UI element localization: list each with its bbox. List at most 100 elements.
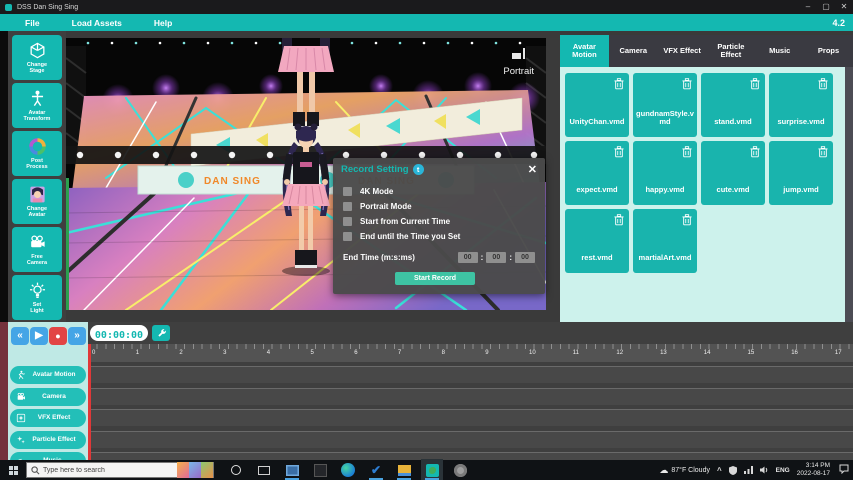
time-display: 00:00:00: [90, 325, 148, 341]
trash-icon[interactable]: [818, 77, 828, 90]
yellow-app-icon[interactable]: [396, 462, 412, 480]
timeline-settings-button[interactable]: [152, 325, 170, 341]
tray-date: 2022-08-17: [796, 470, 830, 477]
dark-app-icon[interactable]: [312, 462, 328, 478]
trash-icon[interactable]: [818, 145, 828, 158]
trash-icon[interactable]: [614, 77, 624, 90]
close-button[interactable]: ✕: [835, 0, 853, 14]
playhead[interactable]: [88, 344, 91, 460]
photos-app-icon[interactable]: [284, 462, 300, 480]
start-button[interactable]: [0, 460, 26, 480]
trash-icon[interactable]: [750, 145, 760, 158]
track-particle-effect[interactable]: Particle Effect: [10, 430, 86, 449]
search-decor-image: [177, 462, 213, 478]
taskbar-app-icons: ✔: [228, 459, 468, 480]
check-app-icon[interactable]: ✔: [368, 462, 384, 480]
free-camera-button[interactable]: Free Camera: [12, 227, 62, 272]
change-avatar-button[interactable]: Change Avatar: [12, 179, 62, 224]
tab-music[interactable]: Music: [755, 35, 804, 67]
tab-camera[interactable]: Camera: [609, 35, 658, 67]
menu-item-help[interactable]: Help: [154, 18, 172, 28]
panel-scrollbar[interactable]: [845, 67, 853, 322]
track-camera[interactable]: Camera: [10, 387, 86, 406]
checkbox-start-from-current-time[interactable]: [343, 216, 352, 226]
hidden-icons-chevron[interactable]: ^: [717, 466, 722, 475]
dialog-close-icon[interactable]: ✕: [528, 163, 537, 176]
timeline-row-avatar-motion: [88, 366, 853, 383]
timeline-row-camera: [88, 387, 853, 405]
checkbox-end-until-the-time-you-set[interactable]: [343, 231, 352, 241]
end-time-input-1[interactable]: [486, 252, 507, 263]
checkbox-4k-mode[interactable]: [343, 186, 352, 196]
edge-browser-icon[interactable]: [340, 462, 356, 478]
portrait-icon: [511, 48, 526, 59]
play-button[interactable]: ▶: [30, 327, 48, 345]
notification-center-icon[interactable]: [839, 461, 849, 479]
tab-particle-effect[interactable]: Particle Effect: [706, 35, 755, 67]
menu-item-file[interactable]: File: [25, 18, 40, 28]
end-time-input-0[interactable]: [457, 252, 478, 263]
trash-icon[interactable]: [682, 77, 692, 90]
maximize-button[interactable]: ▢: [817, 0, 835, 14]
tab-avatar-motion[interactable]: Avatar Motion: [560, 35, 609, 67]
shield-icon[interactable]: [728, 465, 737, 475]
checkbox-portrait-mode[interactable]: [343, 201, 352, 211]
timeline-rows: [88, 362, 853, 469]
clock-widget[interactable]: 3:14 PM 2022-08-17: [797, 462, 830, 478]
motion-card-rest-vmd[interactable]: rest.vmd: [565, 209, 629, 273]
motion-card-expect-vmd[interactable]: expect.vmd: [565, 141, 629, 205]
post-process-button[interactable]: Post Process: [12, 131, 62, 176]
desktop-edge-strip: [0, 322, 8, 460]
system-tray: ☁ 87°F Cloudy ^ ENG 3:14 PM 2022-08-17: [659, 461, 853, 479]
motion-card-grid: UnityChan.vmd gundnamStyle.vmd stand.vmd su…: [560, 67, 853, 322]
motion-card-jump-vmd[interactable]: jump.vmd: [769, 141, 833, 205]
task-view-icon[interactable]: [256, 462, 272, 478]
trash-icon[interactable]: [682, 213, 692, 226]
gray-app-icon[interactable]: [452, 462, 468, 478]
track-avatar-motion[interactable]: Avatar Motion: [10, 366, 86, 384]
checkbox-row-end-until-the-time-you-set: End until the Time you Set: [343, 230, 460, 242]
motion-card-cute-vmd[interactable]: cute.vmd: [701, 141, 765, 205]
trash-icon[interactable]: [750, 77, 760, 90]
track-vfx-effect[interactable]: VFX Effect: [10, 409, 86, 427]
set-light-button[interactable]: Set Light: [12, 275, 62, 320]
timeline-ruler[interactable]: 0 1 2 3 4 5 6 7 8 9 10 11 12 13 14 15 16 17: [88, 344, 853, 362]
card-label: expect.vmd: [576, 185, 618, 195]
taskbar-search[interactable]: [26, 462, 214, 478]
tab-vfx-effect[interactable]: VFX Effect: [658, 35, 707, 67]
motion-card-stand-vmd[interactable]: stand.vmd: [701, 73, 765, 137]
ruler-tick-9: 9: [485, 350, 489, 356]
dialog-header: Record Setting t ✕: [341, 162, 537, 177]
start-record-button[interactable]: Start Record: [395, 272, 475, 285]
motion-card-surprise-vmd[interactable]: surprise.vmd: [769, 73, 833, 137]
trash-icon[interactable]: [614, 145, 624, 158]
motion-card-gundnamstyle-vmd[interactable]: gundnamStyle.vmd: [633, 73, 697, 137]
app-icon: [5, 3, 12, 11]
end-time-input-2[interactable]: [515, 252, 535, 263]
stage-cube-icon: [28, 41, 47, 60]
record-button[interactable]: ●: [49, 327, 67, 345]
weather-widget[interactable]: ☁ 87°F Cloudy: [659, 465, 710, 476]
minimize-button[interactable]: –: [799, 0, 817, 14]
checkbox-row-4k-mode: 4K Mode: [343, 185, 393, 197]
menu-item-load-assets[interactable]: Load Assets: [72, 18, 122, 28]
cortana-icon[interactable]: [228, 462, 244, 478]
skip-back-button[interactable]: «: [11, 327, 29, 345]
card-label: martialArt.vmd: [638, 253, 692, 263]
motion-card-martialart-vmd[interactable]: martialArt.vmd: [633, 209, 697, 273]
trash-icon[interactable]: [614, 213, 624, 226]
volume-icon[interactable]: [759, 466, 769, 474]
skip-forward-button[interactable]: »: [68, 327, 86, 345]
tab-props[interactable]: Props: [804, 35, 853, 67]
motion-card-happy-vmd[interactable]: happy.vmd: [633, 141, 697, 205]
cloud-icon: ☁: [659, 464, 669, 475]
language-indicator[interactable]: ENG: [776, 467, 790, 474]
motion-card-unitychan-vmd[interactable]: UnityChan.vmd: [565, 73, 629, 137]
portrait-label: Portrait: [503, 66, 534, 77]
network-icon[interactable]: [743, 466, 753, 474]
dss-app-icon[interactable]: [421, 459, 443, 480]
change-stage-button[interactable]: Change Stage: [12, 35, 62, 80]
avatar-transform-button[interactable]: Avatar Transform: [12, 83, 62, 128]
trash-icon[interactable]: [682, 145, 692, 158]
search-input[interactable]: [40, 466, 177, 474]
